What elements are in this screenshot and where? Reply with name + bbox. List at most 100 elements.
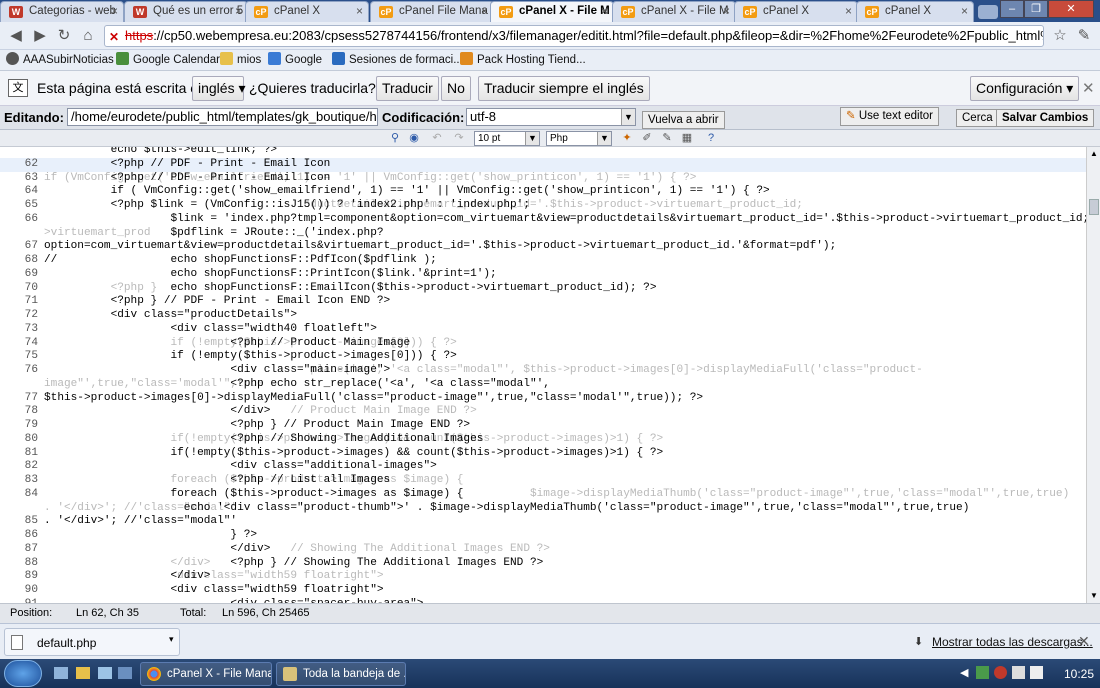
tray-chevron-icon[interactable]: ◀ xyxy=(960,666,968,679)
no-button[interactable]: No xyxy=(441,76,471,101)
syntax-select[interactable]: Php ▼ xyxy=(546,131,612,146)
code-line[interactable]: echo $this->edit_link; ?> xyxy=(0,147,1086,158)
code-line[interactable]: <div class="width59 floatright"> 89 </div… xyxy=(0,570,1086,584)
code-line[interactable]: place('<a', '<a class="modal"', $this->p… xyxy=(0,364,1086,378)
reload-icon[interactable]: ↻ xyxy=(54,26,74,46)
browser-tab[interactable]: W Qué es un error 5 × xyxy=(124,1,248,22)
code-line[interactable]: oductdetails&virtuemart_product_id='.$th… xyxy=(0,199,1086,213)
binoculars-icon[interactable]: ⚲ xyxy=(388,131,402,145)
code-line[interactable]: if(!empty($this->product->images) && cou… xyxy=(0,433,1086,447)
tab-close-icon[interactable]: × xyxy=(845,4,852,18)
tab-close-icon[interactable]: × xyxy=(235,4,242,18)
code-line[interactable]: 85 . '</div>'; //'class="modal"' xyxy=(0,515,1086,529)
tray-icon[interactable] xyxy=(976,666,989,679)
tab-close-icon[interactable]: × xyxy=(356,4,363,18)
code-line[interactable]: 66 $link = 'index.php?tmpl=component&opt… xyxy=(0,213,1086,227)
code-line[interactable]: if (!empty($this->product->images[0])) {… xyxy=(0,337,1086,351)
code-line[interactable]: 79 <?php } // Product Main Image END ?> xyxy=(0,419,1086,433)
bookmark-item[interactable]: AAASubirNoticias xyxy=(6,52,114,69)
maximize-button[interactable]: ❐ xyxy=(1024,0,1048,18)
forward-icon[interactable]: ▶ xyxy=(30,26,50,46)
undo-icon[interactable]: ↶ xyxy=(430,131,444,145)
code-line[interactable]: $image->displayMediaThumb('class="produc… xyxy=(0,488,1086,502)
browser-tab[interactable]: W Categorias - web × xyxy=(0,1,124,22)
tab-close-icon[interactable]: × xyxy=(723,4,730,18)
tab-close-icon[interactable]: × xyxy=(481,4,488,18)
highlight-icon[interactable]: ✦ xyxy=(620,131,634,145)
close-editor-button[interactable]: Cerca xyxy=(956,109,999,127)
browser-tab[interactable]: cP cPanel X - File M × xyxy=(612,1,736,22)
close-window-button[interactable]: ✕ xyxy=(1048,0,1094,18)
tab-active[interactable]: cP cPanel X - File M × xyxy=(490,1,614,22)
code-line[interactable]: 73 <div class="width40 floatleft"> xyxy=(0,323,1086,337)
bookmark-item[interactable]: Google xyxy=(268,52,322,69)
translate-button[interactable]: Traducir xyxy=(376,76,439,101)
code-line[interactable]: 68 // echo shopFunctionsF::PdfIcon($pdfli… xyxy=(0,254,1086,268)
vertical-scrollbar[interactable]: ▲ ▼ xyxy=(1086,147,1100,603)
help-icon[interactable]: ? xyxy=(704,131,718,145)
chevron-down-icon[interactable]: ▾ xyxy=(169,634,174,645)
language-select[interactable]: inglés ▾ xyxy=(192,76,246,101)
bookmark-star-icon[interactable]: ☆ xyxy=(1050,26,1070,46)
font-size-select[interactable]: 10 pt ▼ xyxy=(474,131,540,146)
code-line[interactable]: 67 option=com_virtuemart&view=productdeta… xyxy=(0,240,1086,254)
code-line[interactable]: 72 <div class="productDetails"> xyxy=(0,309,1086,323)
scrollbar-thumb[interactable] xyxy=(1089,199,1099,215)
download-item[interactable]: default.php ▾ xyxy=(4,628,180,656)
browser-tab[interactable]: cP cPanel X × xyxy=(734,1,858,22)
code-line[interactable]: // Showing The Additional Images END ?> 8… xyxy=(0,543,1086,557)
tray-icon[interactable] xyxy=(1012,666,1025,679)
code-line[interactable]: // Product Main Image END ?> 78 </div> xyxy=(0,405,1086,419)
home-icon[interactable]: ⌂ xyxy=(78,26,98,46)
code-line[interactable]: . '</div>'; //'class="modal"' echo '<div… xyxy=(0,502,1086,516)
code-line[interactable]: 75 if (!empty($this->product->images[0])… xyxy=(0,350,1086,364)
translate-always-button[interactable]: Traducir siempre el inglés xyxy=(478,76,650,101)
scroll-up-icon[interactable]: ▲ xyxy=(1090,149,1098,158)
explorer-icon[interactable] xyxy=(76,667,90,679)
save-changes-button[interactable]: Salvar Cambios xyxy=(996,109,1095,127)
file-path-field[interactable]: /home/eurodete/public_html/templates/gk_… xyxy=(67,108,378,126)
taskbar-item-mail[interactable]: Toda la bandeja de ... xyxy=(276,662,406,686)
code-line[interactable]: 77 $this->product->images[0]->displayMedi… xyxy=(0,392,1086,406)
tab-close-icon[interactable]: × xyxy=(111,4,118,18)
config-button[interactable]: Configuración ▾ xyxy=(970,76,1080,101)
bookmark-item[interactable]: Google Calendar xyxy=(116,52,220,69)
code-line[interactable]: </div> 88 <?php } // Showing The Addition… xyxy=(0,557,1086,571)
back-icon[interactable]: ◀ xyxy=(6,26,26,46)
new-tab-button[interactable] xyxy=(978,5,998,19)
encoding-select[interactable]: utf-8 ▼ xyxy=(466,108,636,126)
browser-tab[interactable]: cP cPanel File Mana × xyxy=(370,1,494,22)
use-text-editor-button[interactable]: ✎ Use text editor xyxy=(840,107,939,126)
wrench-menu-icon[interactable]: ✎ xyxy=(1074,26,1094,46)
bookmark-item[interactable]: mios xyxy=(220,52,261,69)
code-editor[interactable]: echo $this->edit_link; ?> 62 <?php // PDF… xyxy=(0,147,1086,603)
fullscreen-icon[interactable]: ▦ xyxy=(680,131,694,145)
url-input[interactable]: ✕ https://cp50.webempresa.eu:2083/cpsess5… xyxy=(104,25,1044,47)
code-line[interactable]: image"',true,"class='modal'",true <?php … xyxy=(0,378,1086,392)
quicklaunch-icon[interactable] xyxy=(98,667,112,679)
code-line[interactable]: <?php } 70 echo shopFunctionsF::EmailIcon… xyxy=(0,282,1086,296)
close-shelf-icon[interactable]: ✕ xyxy=(1078,633,1090,650)
code-line[interactable]: if (VmConfig::get('show_emailfriend', 1)… xyxy=(0,172,1086,186)
volume-icon[interactable] xyxy=(1030,666,1043,679)
bookmark-item[interactable]: Sesiones de formaci... xyxy=(332,52,463,69)
code-line[interactable]: 82 <div class="additional-images"> xyxy=(0,460,1086,474)
quicklaunch-icon[interactable] xyxy=(118,667,132,679)
scroll-down-icon[interactable]: ▼ xyxy=(1090,591,1098,600)
code-line[interactable]: 86 } ?> xyxy=(0,529,1086,543)
show-desktop-icon[interactable] xyxy=(54,667,68,679)
tab-close-icon[interactable]: × xyxy=(601,4,608,18)
code-line[interactable]: 64 if ( VmConfig::get('show_emailfriend'… xyxy=(0,185,1086,199)
code-line[interactable]: 69 echo shopFunctionsF::PrintIcon($link.… xyxy=(0,268,1086,282)
code-line[interactable]: >virtuemart_prod $pdflink = JRoute::_('i… xyxy=(0,227,1086,241)
code-line[interactable]: 90 <div class="width59 floatright"> xyxy=(0,584,1086,598)
start-button[interactable] xyxy=(4,660,42,687)
taskbar-item-chrome[interactable]: cPanel X - File Mana... xyxy=(140,662,272,686)
tray-icon[interactable] xyxy=(994,666,1007,679)
clock[interactable]: 10:25 xyxy=(1064,667,1094,681)
pen-icon[interactable]: ✐ xyxy=(640,131,654,145)
eraser-icon[interactable]: ✎ xyxy=(660,131,674,145)
goto-icon[interactable]: ◉ xyxy=(407,131,421,145)
code-line[interactable]: foreach ($this->product->images as $imag… xyxy=(0,474,1086,488)
code-line[interactable]: 71 <?php } // PDF - Print - Email Icon E… xyxy=(0,295,1086,309)
